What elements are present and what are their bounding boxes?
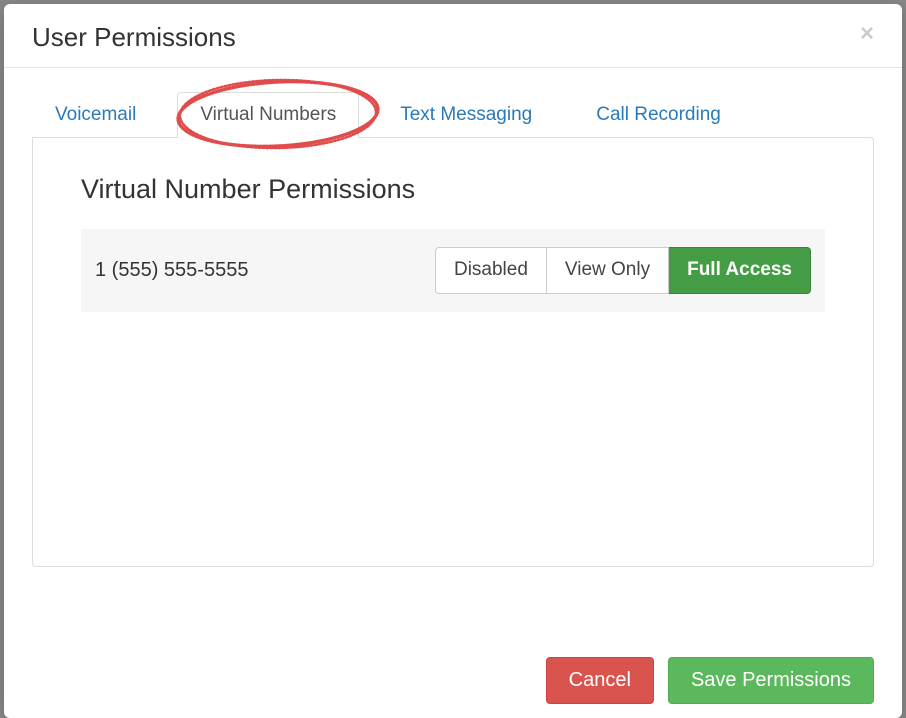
tab-voicemail[interactable]: Voicemail [32,92,159,137]
option-disabled[interactable]: Disabled [435,247,547,294]
tab-virtual-numbers[interactable]: Virtual Numbers [177,92,359,138]
option-view-only[interactable]: View Only [547,247,669,294]
section-title: Virtual Number Permissions [81,174,825,205]
phone-number: 1 (555) 555-5555 [95,259,248,282]
permissions-modal: User Permissions × Voicemail Virtual Num… [4,4,902,718]
save-button[interactable]: Save Permissions [668,657,874,704]
tab-call-recording[interactable]: Call Recording [573,92,744,137]
modal-footer: Cancel Save Permissions [4,635,902,718]
modal-body: Voicemail Virtual Numbers Text Messaging… [4,68,902,635]
cancel-button[interactable]: Cancel [546,657,654,704]
modal-header: User Permissions × [4,4,902,68]
permission-row: 1 (555) 555-5555 Disabled View Only Full… [81,229,825,312]
tabs: Voicemail Virtual Numbers Text Messaging… [32,68,874,137]
permission-toggle-group: Disabled View Only Full Access [435,247,811,294]
tab-text-messaging[interactable]: Text Messaging [377,92,555,137]
tab-panel-virtual-numbers: Virtual Number Permissions 1 (555) 555-5… [32,137,874,567]
modal-title: User Permissions [32,22,236,53]
option-full-access[interactable]: Full Access [669,247,811,294]
close-icon[interactable]: × [860,22,874,46]
